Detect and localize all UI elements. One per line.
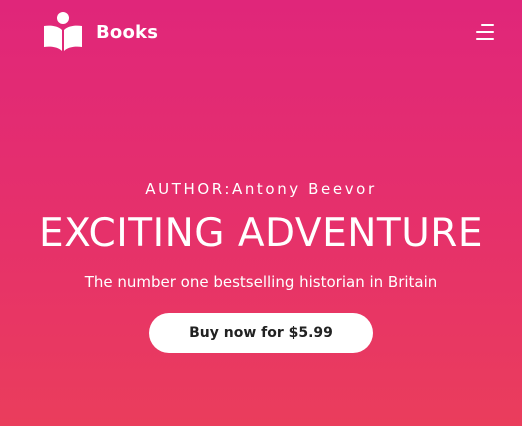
menu-line-bottom <box>476 38 494 40</box>
buy-now-button[interactable]: Buy now for $5.99 <box>149 312 373 353</box>
book-reader-icon <box>44 12 82 51</box>
menu-line-middle <box>476 31 494 33</box>
page: { "header": { "brand": "Books", "logo_ic… <box>0 0 522 426</box>
hero-subtitle: The number one bestselling historian in … <box>84 272 438 291</box>
brand-logo-link[interactable]: Books <box>42 11 158 53</box>
author-line: AUTHOR:Antony Beevor <box>145 180 377 198</box>
menu-line-top <box>481 24 494 26</box>
hero-title: EXCITING ADVENTURE <box>39 211 483 256</box>
brand-name: Books <box>96 21 159 43</box>
hero-section: AUTHOR:Antony Beevor EXCITING ADVENTURE … <box>0 180 522 353</box>
hamburger-menu-icon[interactable] <box>476 22 494 42</box>
top-navigation-bar: Books <box>0 0 522 80</box>
